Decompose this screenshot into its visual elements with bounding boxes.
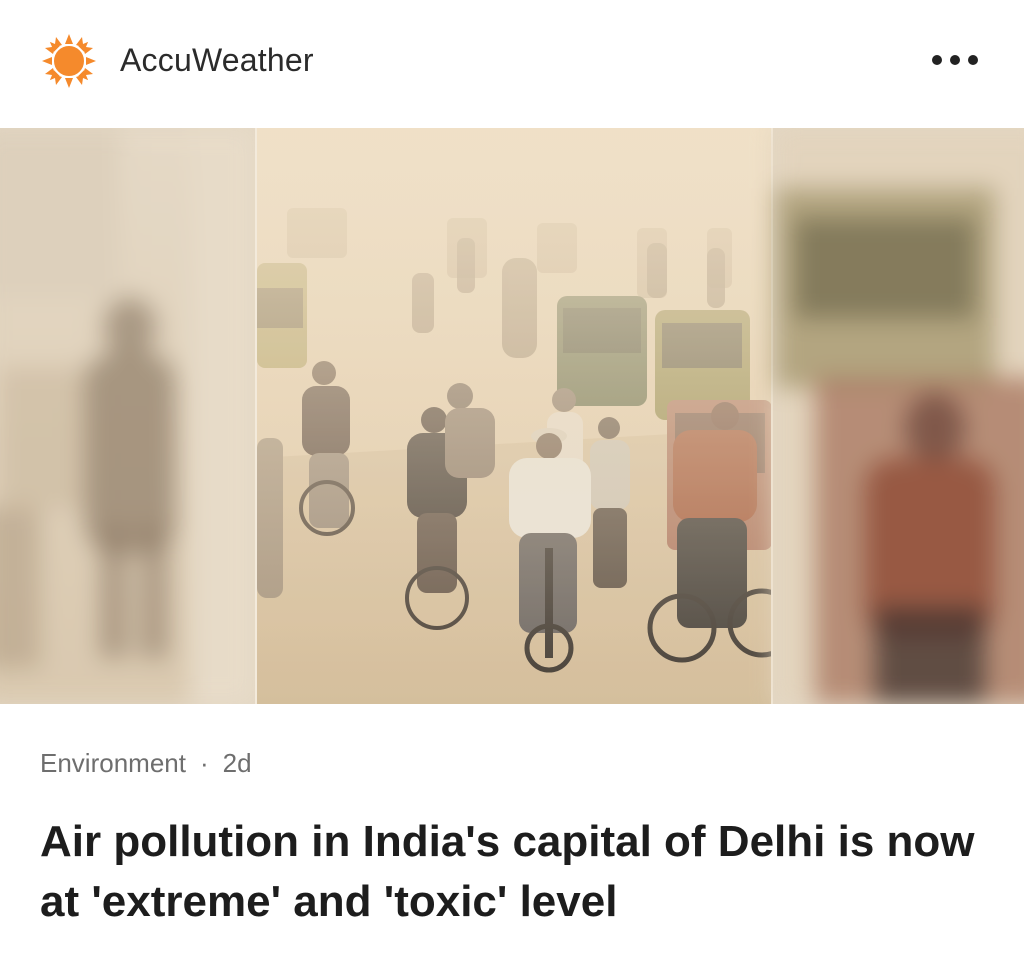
article-meta: Environment · 2d xyxy=(40,748,252,779)
more-horizontal-icon xyxy=(950,55,960,65)
smog-street-photo xyxy=(255,128,773,704)
article-image[interactable] xyxy=(0,128,1024,704)
article-age: 2d xyxy=(222,748,252,778)
image-blur-right xyxy=(775,128,1024,704)
image-blur-left xyxy=(0,128,255,704)
category-label[interactable]: Environment xyxy=(40,748,186,778)
meta-separator: · xyxy=(199,748,209,778)
article-header: AccuWeather xyxy=(0,0,1024,128)
source-name[interactable]: AccuWeather xyxy=(120,42,314,79)
sun-icon[interactable] xyxy=(40,32,98,90)
more-options-button[interactable] xyxy=(932,50,978,70)
article-headline[interactable]: Air pollution in India's capital of Delh… xyxy=(40,812,1000,932)
more-horizontal-icon xyxy=(968,55,978,65)
more-horizontal-icon xyxy=(932,55,942,65)
